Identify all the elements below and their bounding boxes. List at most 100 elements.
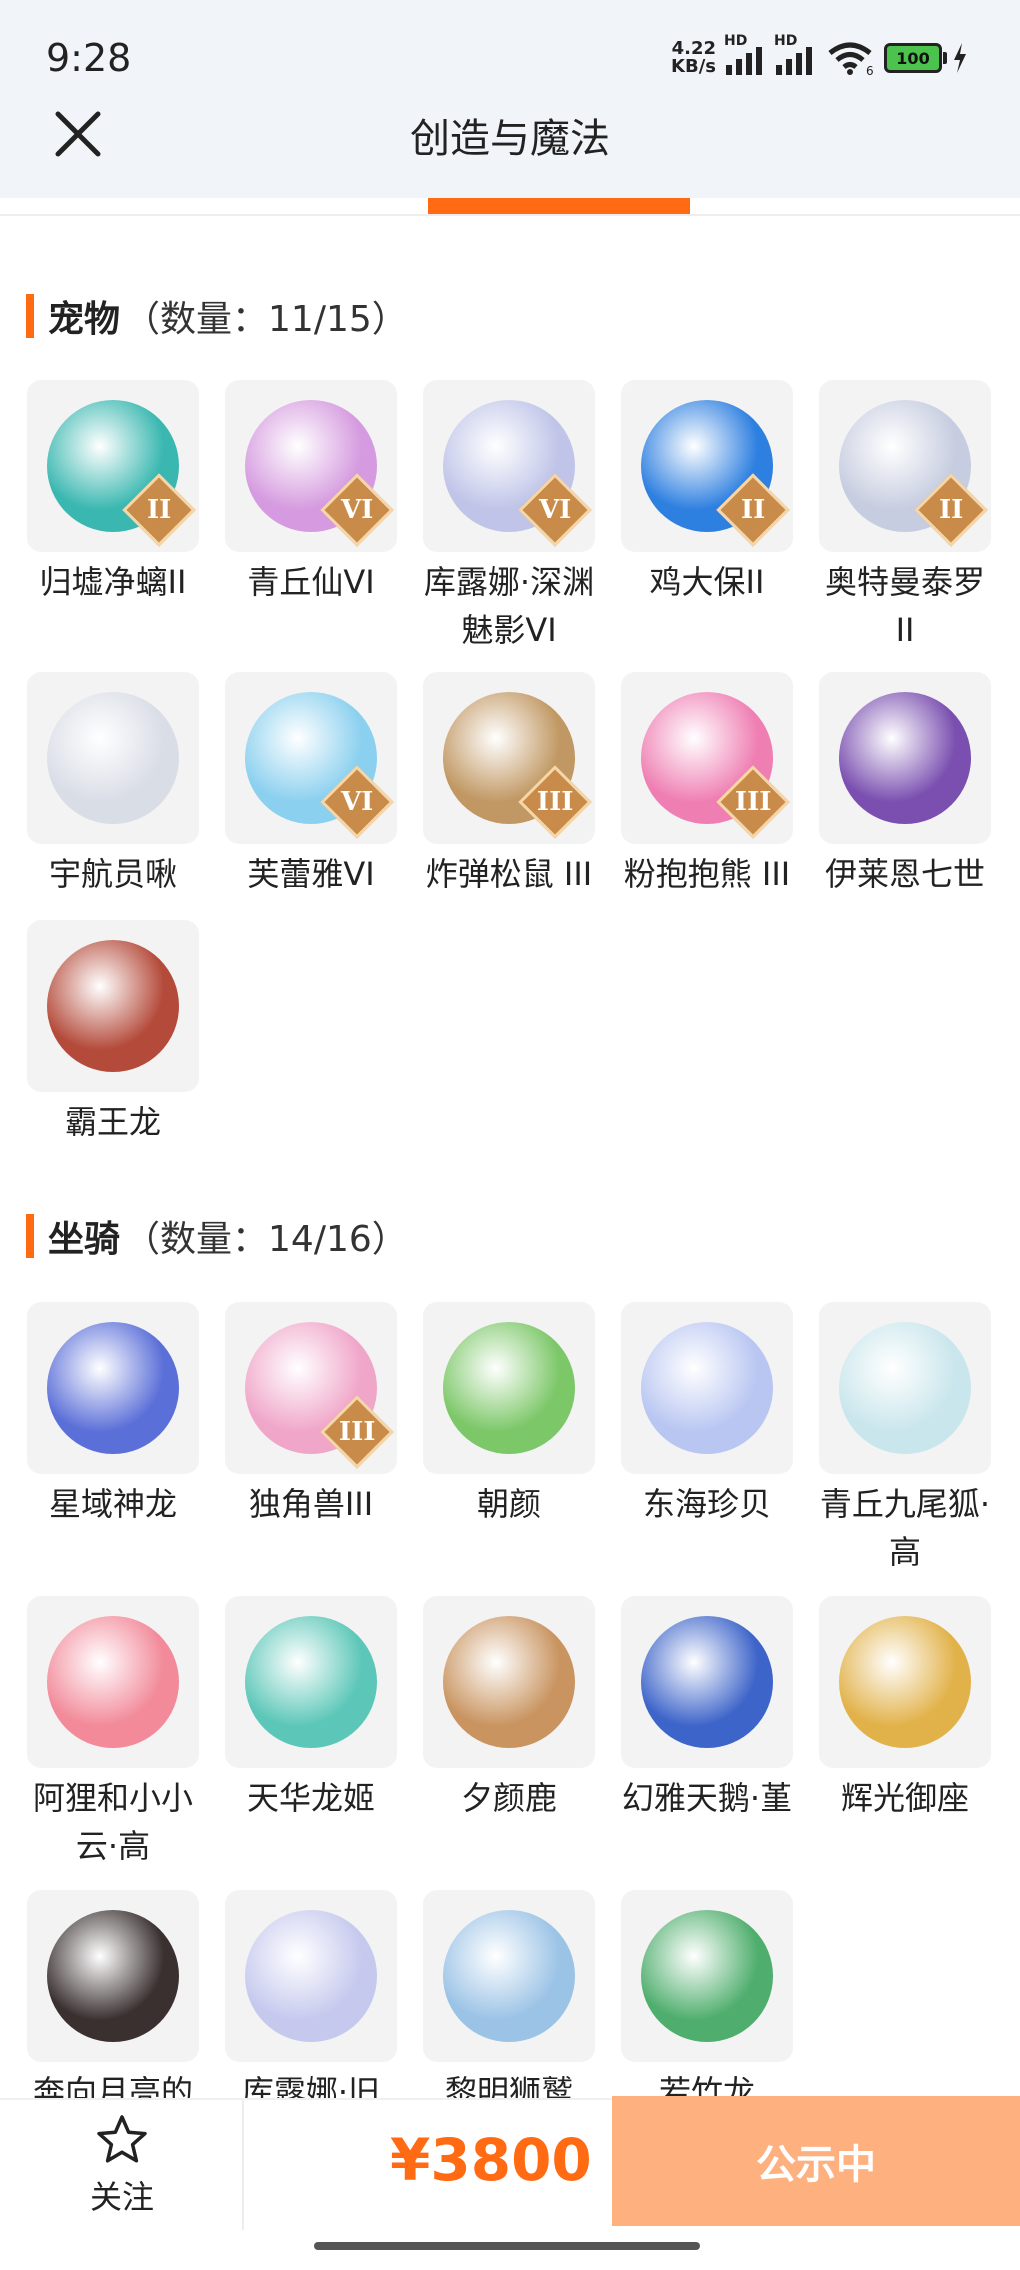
bamboo-dragon-icon bbox=[641, 1910, 773, 2042]
griffin-icon bbox=[443, 1910, 575, 2042]
rank-badge-text: III bbox=[536, 787, 574, 817]
morning-glory-icon bbox=[443, 1322, 575, 1454]
grid-item[interactable]: VI 库露娜·深渊魅影VI bbox=[422, 380, 596, 654]
charging-icon bbox=[954, 43, 966, 73]
item-label: 霸王龙 bbox=[64, 1103, 161, 1141]
grid-item[interactable]: 夕颜鹿 bbox=[422, 1596, 596, 1822]
grid-item[interactable]: 天华龙姬 bbox=[224, 1596, 398, 1822]
rank-badge-text: VI bbox=[538, 495, 572, 525]
item-thumbnail bbox=[225, 1890, 397, 2062]
item-thumbnail bbox=[819, 1596, 991, 1768]
grid-item[interactable]: VI 青丘仙VI bbox=[224, 380, 398, 606]
item-label: 炸弹松鼠 III bbox=[425, 855, 593, 893]
item-label: 芙蕾雅VI bbox=[247, 855, 375, 893]
svg-text:6: 6 bbox=[866, 64, 874, 75]
item-thumbnail: VI bbox=[225, 672, 397, 844]
status-button[interactable]: 公示中 bbox=[612, 2096, 1020, 2226]
item-label: 伊莱恩七世 bbox=[824, 855, 985, 893]
signal-icon-2: HD bbox=[774, 33, 816, 75]
hd-label-2: HD bbox=[774, 33, 798, 49]
rank-badge-text: II bbox=[740, 494, 766, 525]
item-thumbnail bbox=[423, 1890, 595, 2062]
item-thumbnail bbox=[819, 1302, 991, 1474]
grid-item[interactable]: 伊莱恩七世 bbox=[818, 672, 992, 898]
ahri-cloud-icon bbox=[47, 1616, 179, 1748]
battery-icon: 100 bbox=[884, 43, 947, 73]
rank-badge-text: VI bbox=[340, 787, 374, 817]
section-title-pets: 宠物 （数量：11/15） bbox=[26, 290, 408, 342]
item-thumbnail bbox=[621, 1596, 793, 1768]
battery-level: 100 bbox=[896, 48, 930, 68]
item-thumbnail bbox=[225, 1596, 397, 1768]
rank-badge-text: III bbox=[734, 787, 772, 817]
section-accent-bar bbox=[26, 1214, 34, 1258]
grid-item[interactable]: 幻雅天鹅·堇 bbox=[620, 1596, 794, 1822]
grid-item[interactable]: 黎明狮鹫 bbox=[422, 1890, 596, 2116]
item-label: 辉光御座 bbox=[840, 1779, 969, 1817]
tab-indicator bbox=[428, 198, 690, 214]
grid-item[interactable]: 奔向月亮的 bbox=[26, 1890, 200, 2116]
grid-item[interactable]: II 鸡大保II bbox=[620, 380, 794, 606]
item-thumbnail: III bbox=[225, 1302, 397, 1474]
pharaoh-icon bbox=[839, 692, 971, 824]
grid-item[interactable]: VI 芙蕾雅VI bbox=[224, 672, 398, 898]
star-dragon-icon bbox=[47, 1322, 179, 1454]
item-label: 库露娜·深渊魅影VI bbox=[423, 563, 595, 649]
item-label: 东海珍贝 bbox=[642, 1485, 771, 1523]
item-label: 阿狸和小小云·高 bbox=[32, 1779, 193, 1865]
astronaut-icon bbox=[47, 692, 179, 824]
price: ¥3800 bbox=[390, 2126, 592, 2194]
grid-item[interactable]: III 独角兽III bbox=[224, 1302, 398, 1528]
rank-badge-text: III bbox=[338, 1417, 376, 1447]
item-thumbnail bbox=[27, 1890, 199, 2062]
hd-label: HD bbox=[724, 33, 748, 49]
grid-item[interactable]: 库露娜·旧 bbox=[224, 1890, 398, 2116]
grid-item[interactable]: 辉光御座 bbox=[818, 1596, 992, 1822]
section-title-mounts: 坐骑 （数量：14/16） bbox=[26, 1210, 408, 1262]
section-name: 宠物 bbox=[48, 299, 121, 340]
grid-item[interactable]: II 归墟净螭II bbox=[26, 380, 200, 606]
grid-item[interactable]: 若竹龙 bbox=[620, 1890, 794, 2116]
item-thumbnail bbox=[423, 1302, 595, 1474]
grid-item[interactable]: 青丘九尾狐·高 bbox=[818, 1302, 992, 1576]
grid-item[interactable]: 阿狸和小小云·高 bbox=[26, 1596, 200, 1870]
section-count: （数量：14/16） bbox=[124, 1219, 408, 1260]
signal-icon: HD bbox=[724, 33, 766, 75]
grid-item[interactable]: 霸王龙 bbox=[26, 920, 200, 1146]
item-thumbnail bbox=[621, 1302, 793, 1474]
status-icons: 4.22 KB/s HD HD 6 100 bbox=[671, 33, 968, 76]
item-label: 宇航员啾 bbox=[48, 855, 177, 893]
network-speed: 4.22 KB/s bbox=[671, 40, 716, 76]
item-label: 鸡大保II bbox=[649, 563, 765, 601]
item-label: 朝颜 bbox=[476, 1485, 541, 1523]
section-count: （数量：11/15） bbox=[124, 299, 408, 340]
item-label: 奥特曼泰罗II bbox=[824, 563, 985, 649]
section-name: 坐骑 bbox=[48, 1219, 121, 1260]
item-thumbnail bbox=[423, 1596, 595, 1768]
grid-item[interactable]: III 粉抱抱熊 III bbox=[620, 672, 794, 898]
item-label: 幻雅天鹅·堇 bbox=[621, 1779, 793, 1817]
grid-item[interactable]: III 炸弹松鼠 III bbox=[422, 672, 596, 898]
wifi-icon: 6 bbox=[828, 42, 874, 75]
item-thumbnail: III bbox=[621, 672, 793, 844]
item-label: 归墟净螭II bbox=[39, 563, 187, 601]
grid-item[interactable]: 宇航员啾 bbox=[26, 672, 200, 898]
grid-item[interactable]: II 奥特曼泰罗II bbox=[818, 380, 992, 654]
follow-button[interactable]: 关注 bbox=[60, 2114, 184, 2218]
grid-item[interactable]: 朝颜 bbox=[422, 1302, 596, 1528]
star-icon bbox=[97, 2115, 147, 2163]
grid-item[interactable]: 星域神龙 bbox=[26, 1302, 200, 1528]
item-thumbnail: VI bbox=[423, 380, 595, 552]
item-thumbnail: III bbox=[423, 672, 595, 844]
item-thumbnail: VI bbox=[225, 380, 397, 552]
item-label: 夕颜鹿 bbox=[460, 1779, 557, 1817]
item-label: 天华龙姬 bbox=[246, 1779, 375, 1817]
deer-icon bbox=[443, 1616, 575, 1748]
home-indicator[interactable] bbox=[314, 2242, 700, 2250]
item-label: 独角兽III bbox=[248, 1485, 374, 1523]
rank-badge-text: II bbox=[938, 494, 964, 525]
grid-item[interactable]: 东海珍贝 bbox=[620, 1302, 794, 1528]
item-thumbnail: II bbox=[621, 380, 793, 552]
follow-label: 关注 bbox=[89, 2178, 154, 2216]
sorceress-2-icon bbox=[245, 1910, 377, 2042]
